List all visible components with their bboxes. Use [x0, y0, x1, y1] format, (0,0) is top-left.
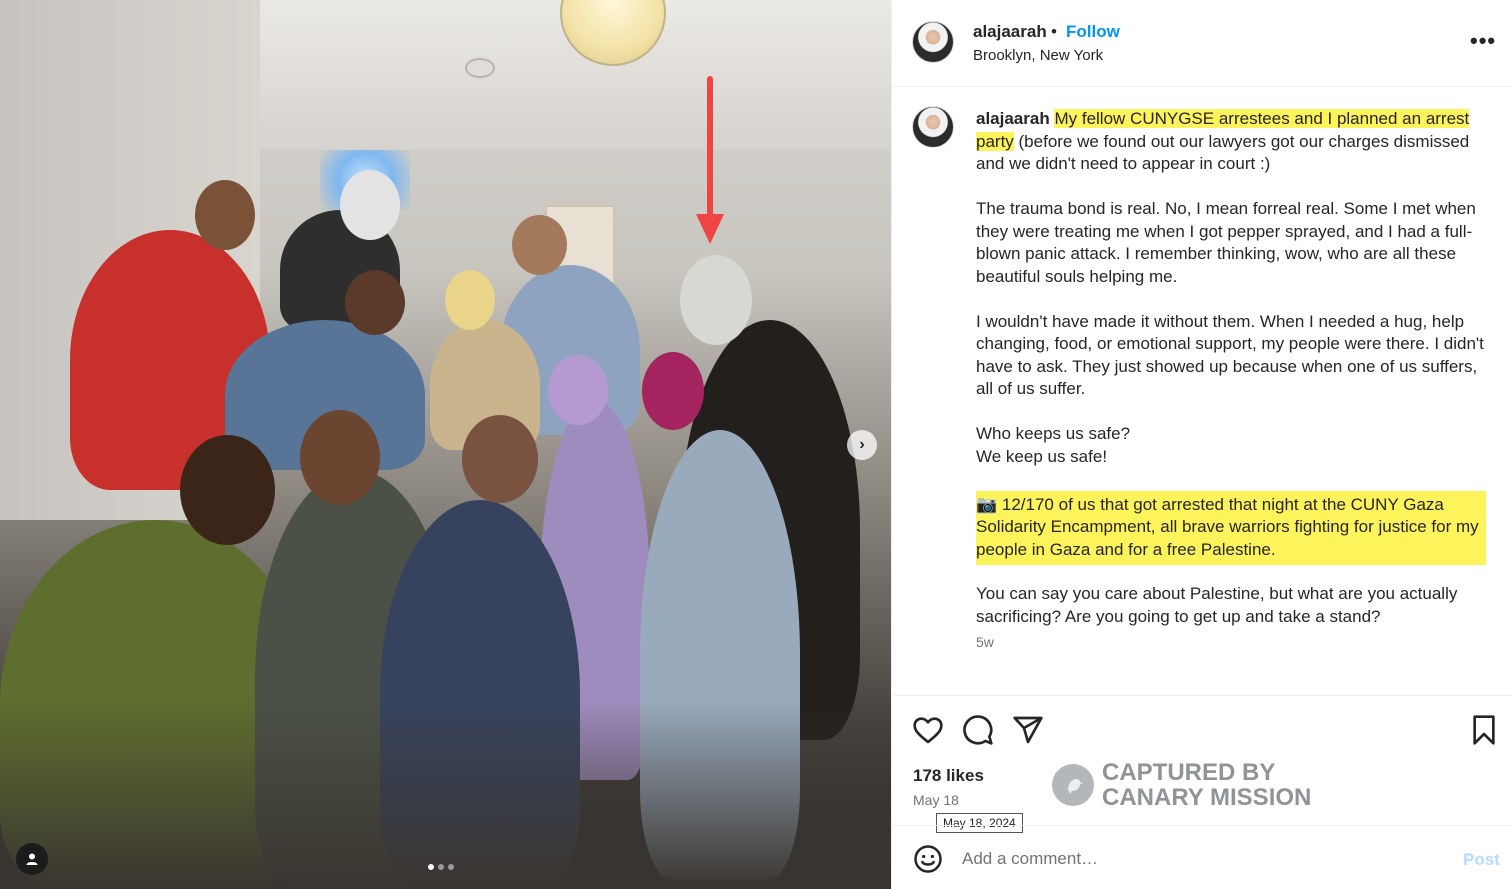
photo-head [462, 415, 538, 503]
photo-head [180, 435, 275, 545]
watermark-line: CAPTURED BY [1102, 759, 1276, 786]
red-arrow-head [696, 214, 724, 244]
caption-paragraph: Who keeps us safe? We keep us safe! [976, 423, 1486, 468]
chevron-right-icon: › [859, 436, 865, 453]
caption-paragraph: You can say you care about Palestine, bu… [976, 584, 1458, 626]
carousel-dot [438, 864, 444, 870]
caption-paragraph: alajaarah My fellow CUNYGSE arrestees an… [976, 108, 1486, 176]
emoji-icon[interactable] [913, 844, 943, 874]
photo-head [195, 180, 255, 250]
carousel-dots [428, 864, 454, 870]
carousel-dot-active [428, 864, 434, 870]
location-link[interactable]: Brooklyn, New York [973, 47, 1103, 64]
comment-input[interactable] [962, 842, 1422, 876]
photo-head [300, 410, 380, 505]
post-header: alajaarah • Follow Brooklyn, New York ••… [892, 0, 1512, 87]
post-comment-button[interactable]: Post [1463, 850, 1500, 870]
photo-head [340, 170, 400, 240]
caption-paragraph: I wouldn't have made it without them. Wh… [976, 311, 1484, 399]
photo-floor [0, 700, 891, 889]
photo-head [512, 215, 567, 275]
caption-highlight-block: 📷 12/170 of us that got arrested that ni… [976, 490, 1486, 565]
heart-icon[interactable] [912, 714, 944, 746]
photo-head [345, 270, 405, 335]
caption-text: (before we found out our lawyers got our… [976, 131, 1470, 174]
follow-button[interactable]: Follow [1066, 22, 1120, 42]
canary-mission-watermark: CAPTURED BY CANARY MISSION [1052, 760, 1311, 810]
photo-head [445, 270, 495, 330]
caption-line: Who keeps us safe? [976, 424, 1131, 443]
tagged-users-button[interactable] [16, 843, 48, 875]
post-actions: 178 likes May 18 May 18, 2024 CAPTURED B… [892, 695, 1512, 833]
likes-count[interactable]: 178 likes [913, 766, 984, 786]
comment-bar: Post [892, 825, 1512, 889]
caption-avatar[interactable] [912, 106, 954, 148]
photo-head [680, 255, 752, 345]
photo-head [642, 352, 704, 430]
header-username[interactable]: alajaarah [973, 22, 1047, 42]
carousel-dot [448, 864, 454, 870]
header-separator: • [1051, 22, 1057, 41]
ellipsis-horizontal-icon[interactable]: ••• [1470, 28, 1496, 54]
comment-icon[interactable] [962, 714, 994, 746]
caption-line: We keep us safe! [976, 446, 1108, 466]
post-photo[interactable]: › [0, 0, 891, 889]
caption-paragraph: The trauma bond is real. No, I mean forr… [976, 199, 1476, 286]
post-side-panel: alajaarah • Follow Brooklyn, New York ••… [891, 0, 1512, 889]
red-arrow-annotation [707, 76, 713, 226]
bird-icon [1052, 764, 1094, 806]
user-icon [26, 853, 38, 865]
post-caption: alajaarah My fellow CUNYGSE arrestees an… [976, 108, 1486, 651]
photo-head [548, 355, 608, 425]
watermark-line: CANARY MISSION [1102, 784, 1312, 811]
caption-username[interactable]: alajaarah [976, 109, 1050, 128]
watermark-text: CAPTURED BY CANARY MISSION [1102, 760, 1311, 810]
carousel-next-button[interactable]: › [847, 430, 877, 460]
caption-time-ago[interactable]: 5w [976, 634, 994, 650]
bookmark-icon[interactable] [1468, 714, 1500, 746]
post-date[interactable]: May 18 [913, 792, 959, 808]
share-icon[interactable] [1012, 714, 1044, 746]
avatar[interactable] [912, 21, 954, 63]
photo-smoke-detector [465, 58, 495, 78]
